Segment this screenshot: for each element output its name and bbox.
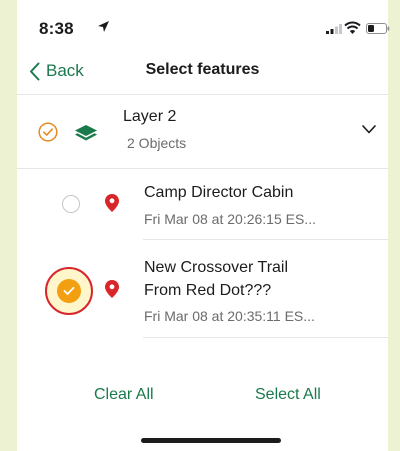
feature-title-line-2: From Red Dot??? (144, 282, 272, 299)
feature-date: Fri Mar 08 at 20:35:11 ES... (144, 308, 315, 324)
layer-row[interactable]: Layer 2 2 Objects (17, 96, 388, 169)
feature-title: Camp Director Cabin (144, 184, 294, 201)
select-radio-checked[interactable] (57, 279, 81, 303)
feature-row-selected[interactable]: New Crossover Trail From Red Dot??? Fri … (17, 240, 388, 338)
feature-date: Fri Mar 08 at 20:26:15 ES... (144, 211, 316, 227)
phone-screen: 8:38 Back Select features Layer 2 2 Obje… (17, 0, 390, 451)
select-radio-unchecked[interactable] (62, 195, 80, 213)
chevron-down-icon[interactable] (362, 125, 376, 134)
home-indicator[interactable] (141, 438, 281, 443)
navigation-bar: Back Select features (17, 48, 388, 95)
checkmark-icon (63, 286, 75, 295)
status-bar: 8:38 (17, 0, 390, 48)
footer-actions: Clear All Select All (17, 386, 388, 410)
layer-name: Layer 2 (123, 108, 177, 125)
row-divider (143, 337, 388, 338)
wifi-icon (344, 21, 361, 34)
map-pin-icon (105, 194, 119, 212)
battery-icon (366, 23, 390, 34)
selection-highlight-ring (45, 267, 93, 315)
feature-title-line-1: New Crossover Trail (144, 259, 289, 276)
location-arrow-icon (98, 21, 109, 32)
feature-row[interactable]: Camp Director Cabin Fri Mar 08 at 20:26:… (17, 168, 388, 240)
signal-icon (326, 24, 342, 34)
clear-all-button[interactable]: Clear All (94, 386, 154, 404)
layer-object-count: 2 Objects (127, 135, 187, 151)
status-time: 8:38 (39, 19, 74, 38)
layers-icon (75, 125, 97, 141)
select-all-button[interactable]: Select All (255, 386, 321, 404)
check-circle-icon[interactable] (38, 122, 58, 142)
page-title: Select features (145, 61, 260, 78)
map-pin-icon (105, 280, 119, 298)
